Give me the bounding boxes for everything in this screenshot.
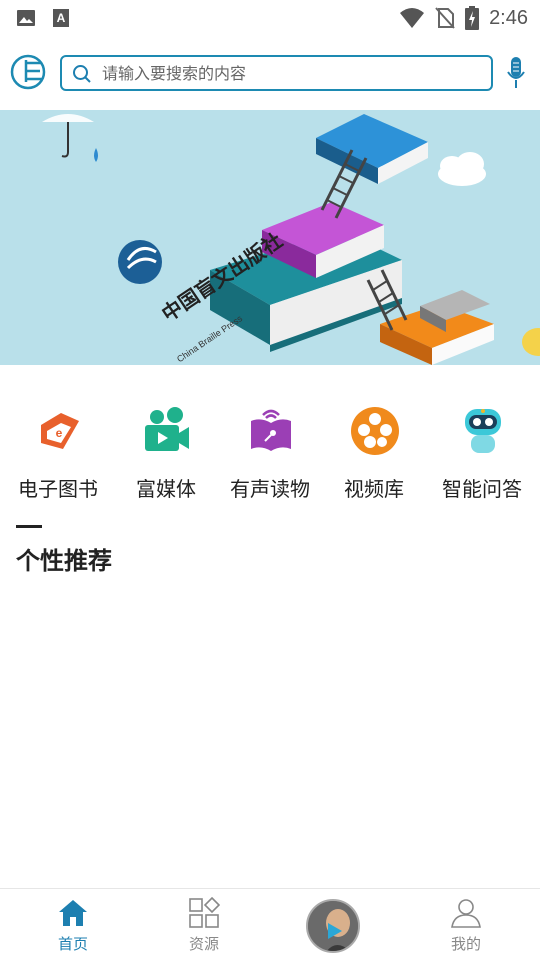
image-icon <box>17 10 35 26</box>
category-label: 智能问答 <box>442 477 522 501</box>
category-label: 电子图书 <box>18 477 98 501</box>
microphone-icon[interactable] <box>506 56 526 90</box>
category-grid: e 电子图书 富媒体 有声读物 视频库 智能问答 <box>0 395 540 505</box>
status-time: 2:46 <box>489 6 528 29</box>
nav-home[interactable]: 首页 <box>13 889 133 960</box>
category-label: 视频库 <box>344 477 404 501</box>
battery-icon <box>465 6 480 30</box>
nav-profile[interactable]: 我的 <box>406 889 526 960</box>
rich-media-icon <box>145 407 189 451</box>
nav-label: 我的 <box>450 935 481 953</box>
app-header <box>0 40 540 108</box>
category-ebook[interactable]: e 电子图书 <box>4 395 112 505</box>
search-input[interactable] <box>102 57 482 89</box>
bottom-nav: 首页 资源 我的 <box>0 888 540 960</box>
section-divider-bar <box>16 525 42 528</box>
status-bar: A 2:46 <box>0 0 540 36</box>
press-logo-icon[interactable] <box>10 54 46 90</box>
category-audiobook[interactable]: 有声读物 <box>216 395 324 505</box>
svg-text:A: A <box>57 11 66 25</box>
category-label: 富媒体 <box>136 477 196 501</box>
user-icon <box>451 899 481 928</box>
ebook-icon: e <box>41 413 79 449</box>
home-icon <box>59 900 87 926</box>
category-rich-media[interactable]: 富媒体 <box>112 395 220 505</box>
nav-label: 首页 <box>57 935 88 953</box>
grid-icon <box>189 897 220 928</box>
no-sim-icon <box>435 7 455 29</box>
media-player-avatar-icon[interactable] <box>306 899 360 953</box>
nav-resources[interactable]: 资源 <box>144 889 264 960</box>
font-a-icon: A <box>53 9 69 27</box>
category-label: 有声读物 <box>230 477 310 501</box>
search-box[interactable] <box>60 55 493 91</box>
search-icon <box>73 65 91 83</box>
film-reel-icon <box>351 407 399 455</box>
audiobook-icon <box>251 409 291 451</box>
promo-banner[interactable]: 中国盲文出版社 China Braille Press <box>0 110 540 365</box>
nav-label: 资源 <box>188 935 219 953</box>
svg-text:e: e <box>56 426 63 440</box>
section-title: 个性推荐 <box>16 547 112 575</box>
robot-icon <box>465 409 501 453</box>
category-video-library[interactable]: 视频库 <box>320 395 428 505</box>
media-player-avatar-image <box>308 901 358 951</box>
wifi-icon <box>400 8 425 28</box>
category-smart-qa[interactable]: 智能问答 <box>428 395 536 505</box>
